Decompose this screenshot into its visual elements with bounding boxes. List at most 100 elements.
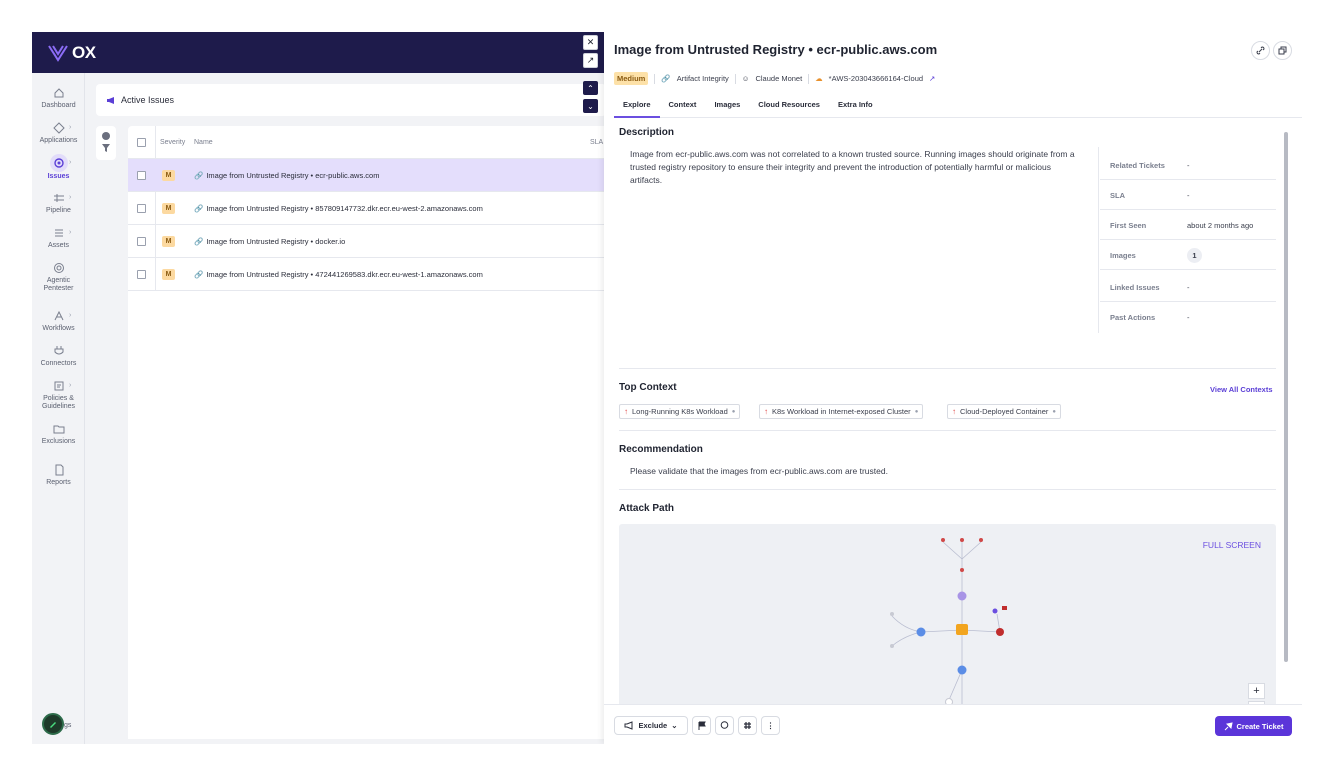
sidebar-item-label: Applications [39, 137, 78, 144]
info-icon: ● [914, 408, 919, 415]
view-all-contexts-link[interactable]: View All Contexts [1210, 385, 1273, 394]
copy-link-button[interactable] [1251, 41, 1270, 60]
ox-logo[interactable]: OX [48, 43, 96, 63]
attack-path-graph[interactable]: FULL SCREEN + [619, 524, 1276, 704]
issue-name: Image from Untrusted Registry • docker.i… [206, 237, 346, 246]
row-checkbox[interactable] [137, 270, 146, 279]
detail-scrollbar[interactable] [1284, 122, 1288, 702]
row-checkbox[interactable] [137, 171, 146, 180]
document-icon [55, 464, 63, 476]
info-key: Linked Issues [1110, 283, 1160, 292]
info-key: Past Actions [1110, 313, 1156, 322]
tab-images[interactable]: Images [705, 96, 749, 118]
info-value: - [1187, 161, 1190, 170]
page-title: Active Issues [121, 95, 175, 105]
folder-icon [53, 425, 64, 434]
tab-explore[interactable]: Explore [614, 96, 660, 118]
sidebar-item-label: Exclusions [41, 438, 76, 445]
cloud-account-label[interactable]: *AWS-203043666164-Cloud [829, 74, 923, 83]
column-header-severity[interactable]: Severity [160, 139, 185, 146]
sidebar-item-agentic-pentester[interactable]: Agentic Pentester [32, 262, 85, 293]
column-header-name[interactable]: Name [194, 139, 213, 146]
sidebar-item-label: Issues [47, 173, 70, 180]
settings-label[interactable]: gs [64, 722, 71, 729]
external-link-icon[interactable]: ↗ [929, 74, 935, 83]
table-row[interactable]: M 🔗 Image from Untrusted Registry • 85780… [128, 192, 604, 225]
issues-table: Severity Name SLA M 🔗 Image from Untruste… [128, 126, 604, 739]
table-row[interactable]: M 🔗 Image from Untrusted Registry • docke… [128, 225, 604, 258]
sidebar-item-pipeline[interactable]: › Pipeline [32, 192, 85, 215]
flag-button[interactable] [692, 716, 711, 735]
context-chip[interactable]: ↑ Cloud-Deployed Container ● [947, 404, 1062, 419]
sidebar-item-label: Dashboard [41, 102, 76, 109]
column-header-sla[interactable]: SLA [590, 139, 603, 146]
recommendation-title: Recommendation [619, 444, 703, 455]
previous-issue-button[interactable]: ⌃ [583, 81, 598, 95]
chevron-right-icon: › [69, 124, 72, 131]
filter-button[interactable] [96, 126, 116, 160]
detail-body: Description Image from ecr-public.aws.co… [604, 119, 1302, 704]
sidebar-item-label: Pipeline [46, 207, 71, 214]
table-row[interactable]: M 🔗 Image from Untrusted Registry • ecr-p… [128, 159, 604, 192]
next-issue-button[interactable]: ⌄ [583, 99, 598, 113]
sidebar-item-exclusions[interactable]: Exclusions [32, 423, 85, 446]
sidebar-item-connectors[interactable]: Connectors [32, 345, 85, 368]
sidebar-item-applications[interactable]: › Applications [32, 122, 85, 145]
link-icon [1256, 46, 1265, 55]
severity-badge: M [162, 170, 175, 181]
chevron-right-icon: › [69, 159, 72, 166]
select-all-checkbox[interactable] [137, 138, 146, 147]
context-label: Cloud-Deployed Container [960, 407, 1049, 416]
chevron-right-icon: › [69, 229, 72, 236]
info-key: First Seen [1110, 221, 1147, 230]
table-row[interactable]: M 🔗 Image from Untrusted Registry • 47244… [128, 258, 604, 291]
issue-name: Image from Untrusted Registry • ecr-publ… [206, 171, 380, 180]
exclude-button[interactable]: Exclude ⌄ [614, 716, 688, 735]
avatar[interactable] [42, 713, 64, 735]
issue-detail-panel: Image from Untrusted Registry • ecr-publ… [604, 32, 1302, 744]
context-chip[interactable]: ↑ K8s Workload in Internet-exposed Clust… [759, 404, 924, 419]
sidebar-item-reports[interactable]: Reports [32, 464, 85, 487]
more-options-button[interactable]: ⋮ [761, 716, 780, 735]
owner-label[interactable]: Claude Monet [755, 74, 802, 83]
row-checkbox[interactable] [137, 204, 146, 213]
tab-context[interactable]: Context [660, 96, 706, 118]
comment-button[interactable] [715, 716, 734, 735]
close-panel-button[interactable]: ✕ [583, 35, 598, 50]
sidebar-item-policies[interactable]: › Policies & Guidelines [32, 380, 85, 411]
info-row: SLA - [1100, 180, 1276, 210]
external-link-icon: ↗ [586, 55, 595, 65]
sidebar-item-dashboard[interactable]: Dashboard [32, 87, 85, 110]
sidebar-item-label: Connectors [40, 360, 77, 367]
create-ticket-button[interactable]: Create Ticket [1215, 716, 1292, 736]
arrow-up-icon: ↑ [624, 407, 628, 416]
ox-logo-icon [48, 45, 68, 62]
row-checkbox[interactable] [137, 237, 146, 246]
sidebar-item-assets[interactable]: › Assets [32, 227, 85, 250]
copy-button[interactable] [1273, 41, 1292, 60]
table-header: Severity Name SLA [128, 126, 604, 159]
severity-badge: M [162, 203, 175, 214]
recommendation-text: Please validate that the images from ecr… [630, 466, 888, 476]
info-value: - [1187, 283, 1190, 292]
exclude-icon [624, 721, 633, 730]
open-external-button[interactable]: ↗ [583, 53, 598, 68]
context-label: Long-Running K8s Workload [632, 407, 728, 416]
close-icon: ✕ [586, 37, 595, 47]
images-count[interactable]: 1 [1187, 248, 1202, 263]
info-key: SLA [1110, 191, 1125, 200]
policies-icon [54, 381, 63, 391]
slack-button[interactable] [738, 716, 757, 735]
context-chip[interactable]: ↑ Long-Running K8s Workload ● [619, 404, 741, 419]
tab-extra-info[interactable]: Extra Info [829, 96, 882, 118]
link-icon: 🔗 [194, 270, 204, 279]
applications-icon [52, 122, 65, 134]
sidebar-item-workflows[interactable]: › Workflows [32, 310, 85, 333]
info-icon: ● [731, 408, 736, 415]
tab-cloud-resources[interactable]: Cloud Resources [749, 96, 829, 118]
ticket-icon [1224, 721, 1233, 730]
pentester-icon [53, 263, 64, 273]
sidebar-item-issues[interactable]: › Issues [32, 154, 85, 181]
category-label[interactable]: Artifact Integrity [677, 74, 729, 83]
zoom-in-button[interactable]: + [1248, 683, 1265, 699]
